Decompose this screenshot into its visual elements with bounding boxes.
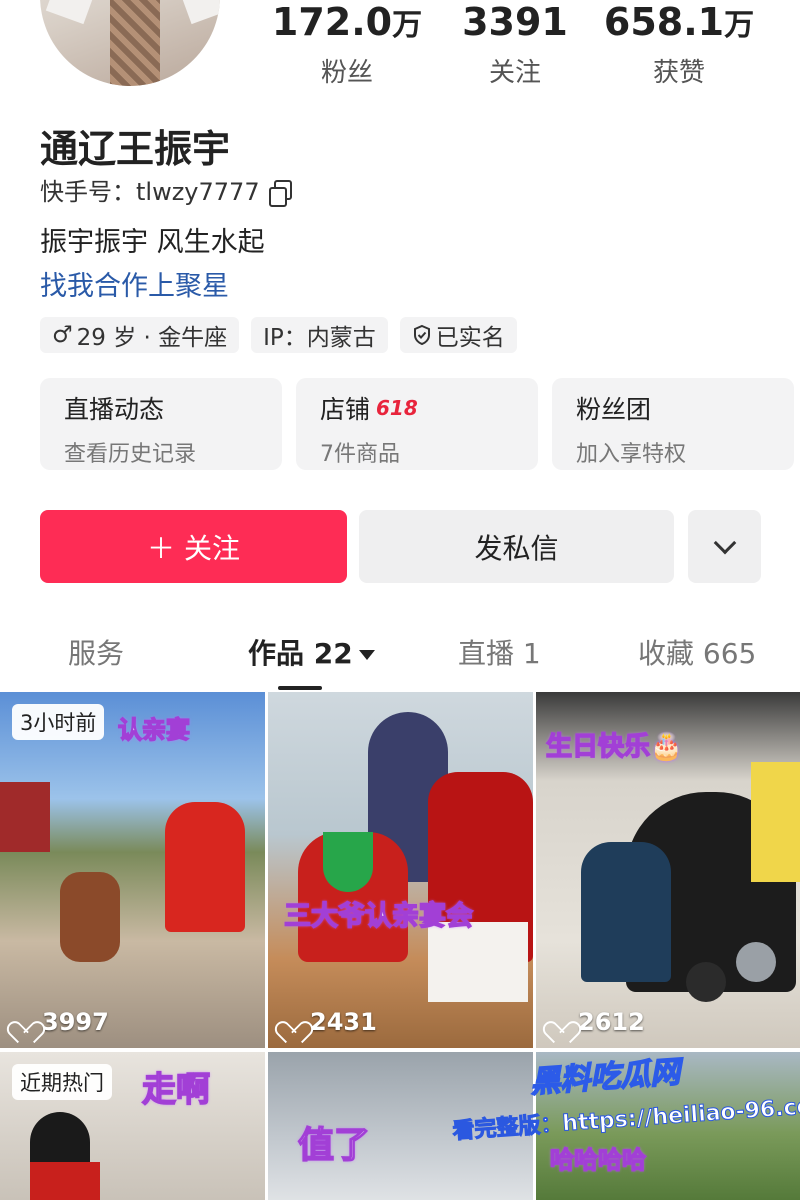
likes-stat[interactable]: 658.1万 获赞 bbox=[594, 0, 764, 89]
tab-works-label: 作品 22 bbox=[248, 637, 353, 670]
like-count-value: 2612 bbox=[578, 1008, 645, 1036]
age-zodiac-label: 29 岁 · 金牛座 bbox=[76, 325, 228, 351]
profile-bio: 振宇振宇 风生水起 bbox=[40, 227, 265, 258]
follow-label: ＋ 关注 bbox=[147, 531, 240, 565]
more-dropdown-button[interactable] bbox=[688, 510, 761, 583]
likes-count: 658.1 bbox=[603, 0, 725, 44]
like-count: 2431 bbox=[282, 1008, 377, 1036]
video-thumb[interactable]: 生日快乐🎂 2612 bbox=[536, 692, 800, 1048]
fan-club-subtitle: 加入享特权 bbox=[576, 442, 687, 467]
age-zodiac-tag: ♂ 29 岁 · 金牛座 bbox=[40, 317, 240, 353]
tab-live[interactable]: 直播 1 bbox=[458, 632, 541, 672]
video-thumb[interactable]: 近期热门 走啊 bbox=[0, 1052, 265, 1200]
following-count: 3391 bbox=[462, 0, 568, 44]
avatar[interactable] bbox=[40, 0, 220, 86]
time-badge: 3小时前 bbox=[12, 704, 105, 740]
ip-tag: IP：内蒙古 bbox=[251, 317, 388, 353]
tab-works[interactable]: 作品 22 bbox=[248, 632, 375, 672]
copy-icon[interactable] bbox=[268, 179, 292, 207]
business-link[interactable]: 找我合作上聚星 bbox=[40, 264, 229, 303]
verified-label: 已实名 bbox=[435, 325, 505, 351]
caret-down-icon bbox=[358, 650, 375, 660]
video-caption: 哈哈哈哈 bbox=[549, 1145, 647, 1175]
live-history-card[interactable]: 直播动态 查看历史记录 bbox=[40, 378, 282, 470]
message-button[interactable]: 发私信 bbox=[359, 510, 674, 583]
video-caption: 值了 bbox=[297, 1124, 371, 1167]
video-caption: 走啊 bbox=[141, 1069, 211, 1111]
profile-name: 通辽王振宇 bbox=[40, 127, 231, 171]
video-caption: 认亲宴 bbox=[117, 715, 191, 745]
following-stat[interactable]: 3391 关注 bbox=[430, 0, 600, 89]
heart-icon bbox=[282, 1012, 304, 1032]
likes-unit: 万 bbox=[724, 8, 755, 43]
feature-cards: 直播动态 查看历史记录 店铺 618 7件商品 粉丝团 加入享特权 bbox=[40, 378, 794, 470]
followers-label: 粉丝 bbox=[320, 58, 373, 88]
like-count: 3997 bbox=[14, 1008, 109, 1036]
tab-favorites[interactable]: 收藏 665 bbox=[638, 632, 756, 672]
like-count-value: 2431 bbox=[310, 1008, 377, 1036]
video-caption: 三大爷认亲宴会 bbox=[283, 900, 474, 933]
shop-618-badge: 618 bbox=[376, 396, 418, 420]
shop-title: 店铺 bbox=[320, 395, 371, 424]
following-label: 关注 bbox=[488, 58, 541, 88]
kuaishou-id-row: 快手号：tlwzy7777 bbox=[40, 172, 292, 207]
content-tabs: 服务 作品 22 直播 1 收藏 665 bbox=[0, 632, 800, 692]
followers-unit: 万 bbox=[392, 8, 423, 43]
ip-label: IP：内蒙古 bbox=[263, 325, 376, 351]
like-count: 2612 bbox=[550, 1008, 645, 1036]
chevron-down-icon bbox=[713, 531, 736, 554]
profile-tags: ♂ 29 岁 · 金牛座 IP：内蒙古 已实名 bbox=[40, 317, 517, 353]
trending-badge: 近期热门 bbox=[12, 1064, 112, 1100]
video-caption: 生日快乐🎂 bbox=[545, 731, 683, 763]
followers-count: 172.0 bbox=[271, 0, 393, 44]
likes-label: 获赞 bbox=[652, 58, 705, 88]
video-thumb[interactable]: 3小时前 认亲宴 3997 bbox=[0, 692, 265, 1048]
message-label: 发私信 bbox=[474, 531, 559, 565]
fan-club-card[interactable]: 粉丝团 加入享特权 bbox=[552, 378, 794, 470]
heart-icon bbox=[14, 1012, 36, 1032]
shop-subtitle: 7件商品 bbox=[320, 442, 400, 467]
live-history-subtitle: 查看历史记录 bbox=[64, 442, 197, 467]
active-tab-indicator bbox=[278, 686, 322, 690]
follow-button[interactable]: ＋ 关注 bbox=[40, 510, 347, 583]
live-history-title: 直播动态 bbox=[64, 395, 165, 424]
male-icon: ♂ bbox=[52, 322, 73, 348]
verified-tag: 已实名 bbox=[399, 317, 517, 353]
video-thumb[interactable]: 三大爷认亲宴会 2431 bbox=[268, 692, 533, 1048]
like-count-value: 3997 bbox=[42, 1008, 109, 1036]
tab-services[interactable]: 服务 bbox=[68, 632, 124, 672]
shield-check-icon bbox=[413, 324, 430, 346]
shop-card[interactable]: 店铺 618 7件商品 bbox=[296, 378, 538, 470]
followers-stat[interactable]: 172.0万 粉丝 bbox=[262, 0, 432, 89]
fan-club-title: 粉丝团 bbox=[576, 395, 652, 424]
heart-icon bbox=[550, 1012, 572, 1032]
kuaishou-id: 快手号：tlwzy7777 bbox=[40, 178, 260, 206]
